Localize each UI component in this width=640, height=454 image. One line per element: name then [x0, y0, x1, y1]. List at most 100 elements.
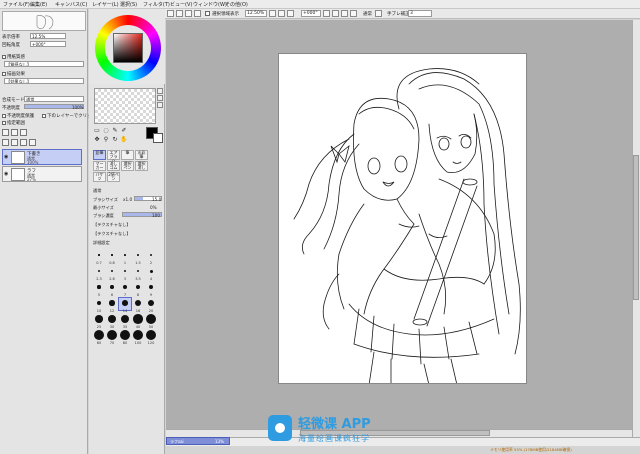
paper-effect-select[interactable]: 【効果なし】 — [4, 78, 84, 84]
lasso-tool-icon[interactable]: ◌ — [102, 127, 110, 135]
brush-size-preset[interactable]: 3.5 — [132, 266, 144, 281]
brush-size-preset[interactable]: 12 — [106, 298, 118, 313]
menu-edit[interactable]: 編集(E) — [30, 1, 47, 8]
preserve-opacity-row[interactable]: 不透明度保護 — [2, 113, 34, 119]
brush-size-preset[interactable]: 50 — [145, 314, 157, 329]
brush-size-preset[interactable]: 10 — [93, 298, 105, 313]
background-color[interactable] — [153, 133, 163, 143]
brush-size-preset[interactable]: 120 — [145, 330, 157, 345]
zoom-in-button[interactable] — [278, 10, 285, 17]
zoom-out-button[interactable] — [269, 10, 276, 17]
reference-row[interactable]: 指定範囲 — [2, 120, 25, 126]
brush-size-preset[interactable]: 1 — [119, 250, 131, 265]
brush-size-preset[interactable]: 8 — [132, 282, 144, 297]
select-tool-icon[interactable]: ▭ — [93, 127, 101, 135]
brush-size-preset[interactable]: 20 — [145, 298, 157, 313]
brush-size-preset[interactable]: 60 — [93, 330, 105, 345]
brush-size-preset[interactable]: 2.3 — [93, 266, 105, 281]
brush-size-multiplier[interactable]: x1.0 — [123, 197, 132, 202]
move-tool-icon[interactable]: ✥ — [93, 136, 101, 144]
brush-size-preset[interactable]: 6 — [106, 282, 118, 297]
brush-shape-label[interactable]: 【テクスチャなし】 — [93, 222, 131, 228]
paper-effect-header[interactable]: 描画効果 — [2, 71, 25, 77]
magic-wand-icon[interactable]: ✎ — [111, 127, 119, 135]
brush-marker[interactable]: マーカー — [93, 161, 106, 171]
reference-checkbox[interactable] — [2, 120, 6, 125]
brush-watercolor[interactable]: 水彩筆 — [135, 150, 148, 160]
rotate-right-button[interactable] — [332, 10, 339, 17]
brush-eraser[interactable]: 消しゴム — [107, 161, 120, 171]
paper-effect-checkbox[interactable] — [2, 71, 6, 76]
document-tab[interactable]: ラフsai 13% — [166, 437, 230, 445]
paper-texture-select[interactable]: 【質感なし】 — [4, 61, 84, 67]
brush-size-preset[interactable]: 0.7 — [93, 250, 105, 265]
brush-size-preset[interactable]: 35 — [119, 314, 131, 329]
clipping-checkbox[interactable] — [42, 113, 46, 118]
transfer-down-icon[interactable] — [2, 139, 9, 146]
menu-select[interactable]: 選択(S) — [120, 1, 137, 8]
undo-button[interactable] — [167, 10, 174, 17]
new-folder-icon[interactable] — [20, 129, 27, 136]
zoom-tool-icon[interactable]: ⚲ — [102, 136, 110, 144]
brush-brush[interactable]: 筆 — [121, 150, 134, 160]
menu-view[interactable]: ビュー(V) — [170, 1, 192, 8]
brush-size-preset[interactable]: 14 — [118, 297, 132, 313]
brush-size-preset[interactable]: 2 — [145, 250, 157, 265]
hand-tool-icon[interactable]: ✋ — [120, 136, 128, 144]
brush-size-preset[interactable]: 3 — [119, 266, 131, 281]
rotate-tool-icon[interactable]: ↻ — [111, 136, 119, 144]
brush-size-preset[interactable]: 80 — [119, 330, 131, 345]
zoom-reset-button[interactable] — [287, 10, 294, 17]
paper-texture-checkbox[interactable] — [2, 54, 6, 59]
merge-down-icon[interactable] — [11, 139, 18, 146]
eyedropper-icon[interactable]: ✐ — [120, 127, 128, 135]
stabilizer-select[interactable]: 3 — [408, 10, 432, 17]
layer-item-sketch[interactable]: ◉ 下書き 通常 100% — [2, 149, 82, 165]
brush-texture-label[interactable]: 【テクスチャなし】 — [93, 231, 131, 237]
brush-size-preset[interactable]: 1.5 — [132, 250, 144, 265]
menu-file[interactable]: ファイル(F) — [3, 1, 30, 8]
new-linework-layer-icon[interactable] — [11, 129, 18, 136]
visibility-eye-icon[interactable]: ◉ — [4, 154, 9, 160]
deselect-button[interactable] — [185, 10, 192, 17]
nav-angle-field[interactable]: +000° — [30, 41, 66, 47]
brush-binary-pen[interactable]: 2値ペン — [107, 172, 120, 182]
brush-size-preset[interactable]: 2.6 — [106, 266, 118, 281]
scratch-pad[interactable] — [94, 88, 156, 124]
redo-button[interactable] — [176, 10, 183, 17]
layer-item-rough[interactable]: ◉ ラフ 通常 27% — [2, 166, 82, 182]
brush-airbrush[interactable]: エアブラシ — [107, 150, 120, 163]
menu-canvas[interactable]: キャンバス(C) — [55, 1, 87, 8]
brush-select-pen[interactable]: 選択ペン — [121, 161, 134, 171]
swatch[interactable] — [157, 102, 163, 108]
saturation-value-square[interactable] — [113, 33, 143, 63]
zoom-field[interactable]: 12.50% — [245, 10, 267, 17]
brush-size-preset[interactable]: 5 — [93, 282, 105, 297]
preserve-opacity-checkbox[interactable] — [2, 113, 6, 118]
rotation-field[interactable]: +000° — [301, 10, 321, 17]
brush-size-preset[interactable]: 0.8 — [106, 250, 118, 265]
navigator-thumbnail[interactable] — [2, 11, 86, 31]
visibility-eye-icon[interactable]: ◉ — [4, 171, 9, 177]
swatch[interactable] — [157, 88, 163, 94]
invert-selection-button[interactable] — [194, 10, 201, 17]
brush-size-preset[interactable]: 70 — [106, 330, 118, 345]
rotate-reset-button[interactable] — [341, 10, 348, 17]
paper-texture-header[interactable]: 用紙質感 — [2, 54, 25, 60]
delete-layer-icon[interactable] — [29, 139, 36, 146]
brush-size-preset[interactable]: 4 — [145, 266, 157, 281]
menu-other[interactable]: その他(O) — [225, 1, 248, 8]
brush-select-eraser[interactable]: 選択消し — [135, 161, 148, 171]
brush-size-preset[interactable]: 100 — [132, 330, 144, 345]
brush-size-preset[interactable]: 16 — [132, 298, 144, 313]
clear-layer-icon[interactable] — [20, 139, 27, 146]
selection-visible-checkbox[interactable] — [205, 11, 210, 16]
brush-pencil[interactable]: 鉛筆 — [93, 150, 106, 160]
flip-button[interactable] — [350, 10, 357, 17]
new-layer-icon[interactable] — [2, 129, 9, 136]
layer-mode-select[interactable]: 通常 — [24, 96, 84, 102]
blend-mode-dropdown[interactable] — [375, 10, 382, 17]
menu-window[interactable]: ウィンドウ(W) — [193, 1, 227, 8]
swatch[interactable] — [157, 95, 163, 101]
brush-size-preset[interactable]: 30 — [106, 314, 118, 329]
